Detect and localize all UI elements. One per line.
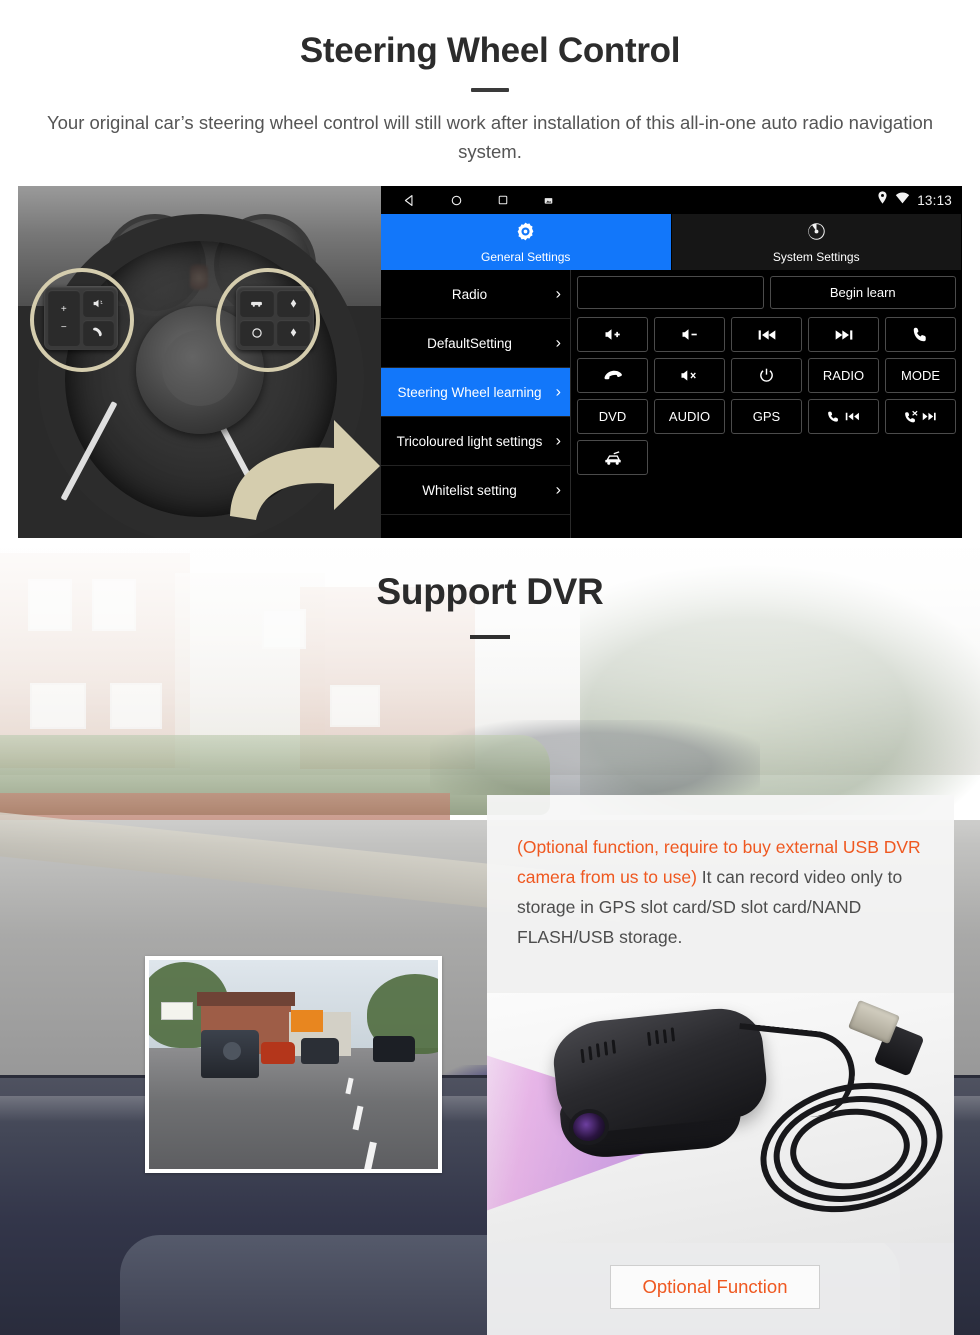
menu-item-radio-label: Radio bbox=[451, 286, 488, 302]
phone-previous-icon bbox=[827, 410, 860, 423]
menu-item-whitelist-setting-label: Whitelist setting bbox=[422, 482, 517, 498]
gear-settings-icon bbox=[515, 221, 536, 247]
highlight-circle-left bbox=[30, 268, 134, 372]
chevron-right-icon: › bbox=[555, 285, 561, 303]
key-volume-up[interactable] bbox=[577, 317, 648, 352]
tab-system-settings[interactable]: System Settings bbox=[671, 214, 962, 270]
screenshot-icon[interactable] bbox=[543, 195, 554, 206]
title-divider bbox=[471, 88, 509, 92]
preview-roof bbox=[197, 992, 295, 1006]
status-bar-clock: 13:13 bbox=[917, 192, 952, 208]
optional-function-button[interactable]: Optional Function bbox=[610, 1265, 820, 1309]
menu-item-radio[interactable]: Radio › bbox=[381, 270, 570, 319]
product-detail-page: Steering Wheel Control Your original car… bbox=[0, 0, 980, 1335]
status-bar-indicators: 13:13 bbox=[877, 191, 952, 209]
key-gps[interactable]: GPS bbox=[731, 399, 802, 434]
support-dvr-section: Support DVR (Optional function, require … bbox=[0, 545, 980, 1335]
key-answer-call[interactable] bbox=[885, 317, 956, 352]
chevron-right-icon: › bbox=[555, 481, 561, 499]
phone-hangup-icon bbox=[603, 368, 623, 383]
dvr-info-panel: (Optional function, require to buy exter… bbox=[487, 795, 954, 1335]
preview-road-sign bbox=[161, 1002, 193, 1020]
chevron-right-icon: › bbox=[555, 432, 561, 450]
dvr-title-divider bbox=[470, 635, 510, 639]
menu-item-whitelist-setting[interactable]: Whitelist setting › bbox=[381, 466, 570, 515]
menu-item-steering-wheel-learning[interactable]: Steering Wheel learning › bbox=[381, 368, 570, 417]
learn-input-field[interactable] bbox=[577, 276, 764, 309]
key-hangup-call[interactable] bbox=[577, 358, 648, 393]
tab-system-settings-label: System Settings bbox=[772, 249, 860, 264]
phone-reject-next-icon bbox=[904, 410, 937, 423]
highlight-circle-right bbox=[216, 268, 320, 372]
preview-car-right bbox=[373, 1036, 415, 1062]
steering-key-grid: RADIO MODE DVD AUDIO GPS bbox=[577, 317, 956, 475]
usb-dvr-camera-product-photo bbox=[487, 993, 954, 1243]
preview-car-red bbox=[261, 1042, 295, 1064]
head-unit-screen: 13:13 General Settings System Settings R… bbox=[381, 186, 962, 538]
yellow-arrow-icon bbox=[222, 404, 381, 524]
preview-spare-wheel bbox=[223, 1042, 241, 1060]
steering-wheel-learning-panel: Begin learn RADIO MODE DVD AUDIO GPS bbox=[571, 270, 962, 538]
key-power[interactable] bbox=[731, 358, 802, 393]
key-mute[interactable] bbox=[654, 358, 725, 393]
phone-answer-icon bbox=[912, 326, 929, 343]
menu-item-tricoloured-light-settings-label: Tricoloured light settings bbox=[396, 433, 543, 449]
steering-wheel-subtitle: Your original car’s steering wheel contr… bbox=[46, 112, 934, 162]
mute-icon bbox=[680, 368, 699, 383]
dvr-note: (Optional function, require to buy exter… bbox=[517, 832, 924, 952]
begin-learn-button[interactable]: Begin learn bbox=[769, 276, 956, 309]
volume-down-icon bbox=[681, 327, 699, 342]
key-phone-reject-next[interactable] bbox=[885, 399, 956, 434]
wifi-icon bbox=[895, 191, 910, 209]
key-next[interactable] bbox=[808, 317, 879, 352]
settings-tab-bar: General Settings System Settings bbox=[381, 214, 962, 270]
home-circle-icon[interactable] bbox=[450, 194, 463, 207]
key-dvd[interactable]: DVD bbox=[577, 399, 648, 434]
steering-wheel-control-section: Steering Wheel Control Your original car… bbox=[0, 0, 980, 545]
steering-wheel-screenshot-strip: + − 13:13 General Settings System Settin… bbox=[18, 186, 962, 538]
tab-general-settings[interactable]: General Settings bbox=[381, 214, 672, 270]
key-volume-down[interactable] bbox=[654, 317, 725, 352]
android-nav-buttons[interactable] bbox=[403, 194, 554, 207]
preview-road bbox=[149, 1047, 438, 1169]
settings-body: Radio › DefaultSetting › Steering Wheel … bbox=[381, 270, 962, 538]
system-aperture-icon bbox=[806, 221, 827, 247]
location-pin-icon bbox=[877, 191, 888, 209]
steering-wheel-photo: + − bbox=[18, 186, 381, 538]
dvr-recording-preview bbox=[145, 956, 442, 1173]
key-phone-previous[interactable] bbox=[808, 399, 879, 434]
menu-item-tricoloured-light-settings[interactable]: Tricoloured light settings › bbox=[381, 417, 570, 466]
car-icon bbox=[603, 450, 623, 466]
preview-car-dark bbox=[301, 1038, 339, 1064]
preview-van bbox=[291, 1010, 323, 1032]
next-track-icon bbox=[834, 328, 854, 342]
menu-item-steering-wheel-learning-label: Steering Wheel learning bbox=[397, 384, 542, 400]
support-dvr-title: Support DVR bbox=[376, 571, 604, 612]
key-audio[interactable]: AUDIO bbox=[654, 399, 725, 434]
android-status-bar: 13:13 bbox=[381, 186, 962, 214]
key-radio[interactable]: RADIO bbox=[808, 358, 879, 393]
learn-controls-row: Begin learn bbox=[577, 276, 956, 309]
chevron-right-icon: › bbox=[555, 334, 561, 352]
steering-wheel-title: Steering Wheel Control bbox=[299, 31, 681, 70]
chevron-right-icon: › bbox=[555, 383, 561, 401]
key-previous[interactable] bbox=[731, 317, 802, 352]
settings-menu-list: Radio › DefaultSetting › Steering Wheel … bbox=[381, 270, 571, 538]
back-triangle-icon[interactable] bbox=[403, 194, 416, 207]
volume-up-icon bbox=[604, 327, 622, 342]
key-mode[interactable]: MODE bbox=[885, 358, 956, 393]
key-car[interactable] bbox=[577, 440, 648, 475]
tab-general-settings-label: General Settings bbox=[481, 249, 571, 264]
recents-square-icon[interactable] bbox=[497, 194, 509, 206]
menu-item-default-setting[interactable]: DefaultSetting › bbox=[381, 319, 570, 368]
power-icon bbox=[758, 367, 775, 384]
menu-item-default-setting-label: DefaultSetting bbox=[427, 335, 512, 351]
previous-track-icon bbox=[757, 328, 777, 342]
